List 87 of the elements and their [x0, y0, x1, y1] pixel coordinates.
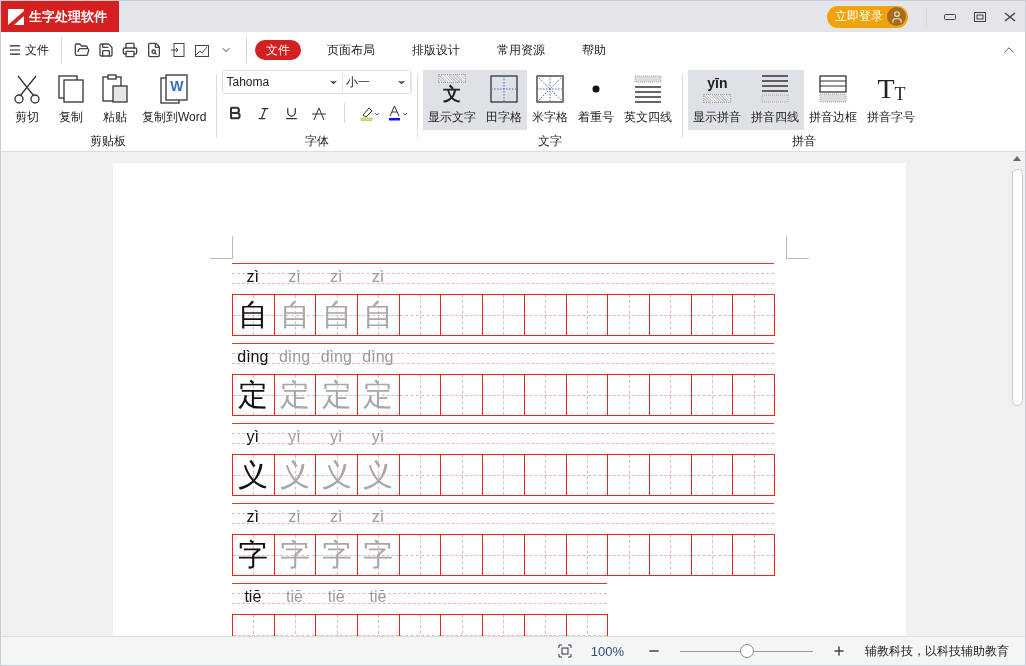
- practice-character: 定: [321, 378, 352, 412]
- group-label: 剪贴板: [90, 133, 127, 150]
- pinyin-text: dìng: [320, 348, 352, 367]
- menu-icon: [8, 43, 22, 57]
- bold-icon: [227, 105, 244, 121]
- plus-icon: [832, 644, 846, 658]
- practice-character: 定: [363, 378, 394, 412]
- pinyin-text: zì: [330, 268, 343, 287]
- four-lines-icon: [634, 75, 663, 103]
- scroll-up-icon[interactable]: [1013, 156, 1021, 161]
- copy-icon: [57, 74, 85, 104]
- italic-icon: [255, 105, 271, 121]
- ribbon-button[interactable]: 拼音四线: [746, 70, 805, 130]
- ribbon-button[interactable]: 田字格: [481, 70, 528, 130]
- ribbon-button[interactable]: W 复制到Word: [137, 70, 212, 130]
- ribbon-button[interactable]: 英文四线: [619, 70, 678, 130]
- four-lines-icon: [761, 75, 790, 103]
- pinyin-text: tiē: [286, 588, 303, 607]
- menu-tab[interactable]: 页面布局: [316, 40, 386, 60]
- pinyin-text: tiē: [244, 588, 262, 607]
- group-label: 文字: [538, 133, 563, 150]
- font-name-dropdown[interactable]: Tahoma: [223, 71, 344, 93]
- scissors-icon: [12, 74, 42, 104]
- pinyin-text: tiē: [369, 588, 387, 607]
- pinyin-text: tiē: [327, 588, 345, 607]
- practice-character: 自: [238, 298, 269, 332]
- practice-character: 义: [238, 458, 269, 492]
- slogan-text: 辅教科技，以科技辅助教育: [865, 642, 1009, 660]
- pinyin-text: zì: [371, 268, 385, 287]
- logo-icon: [8, 8, 24, 25]
- menu-tab[interactable]: 常用资源: [486, 40, 556, 60]
- highlighter-icon: [360, 105, 381, 121]
- close-icon: [1004, 11, 1016, 22]
- mi-grid-icon: [536, 75, 565, 103]
- clipboard-icon: [101, 74, 129, 104]
- pinyin-text: dìng: [237, 348, 269, 367]
- avatar-icon: [887, 7, 906, 26]
- bordered-lines-icon: [819, 75, 848, 103]
- font-color-icon: [388, 105, 409, 121]
- slider-thumb[interactable]: [739, 644, 754, 658]
- font-size-dropdown[interactable]: 小一: [343, 71, 412, 93]
- practice-character: 字: [280, 538, 311, 572]
- tian-grid-icon: [490, 75, 519, 103]
- pinyin-text: yì: [371, 428, 385, 447]
- practice-character: 义: [321, 458, 352, 492]
- underline-icon: [283, 105, 299, 121]
- menu-tab[interactable]: 排版设计: [401, 40, 471, 60]
- practice-character: 字: [238, 538, 269, 572]
- practice-character: 义: [280, 458, 311, 492]
- pinyin-text: zì: [330, 508, 343, 527]
- ribbon-button[interactable]: 着重号: [573, 70, 620, 130]
- ribbon-button[interactable]: 米字格: [527, 70, 574, 130]
- file-menu[interactable]: 文件: [8, 41, 53, 59]
- menu-tab[interactable]: 帮助: [571, 40, 617, 60]
- pinyin-text: yì: [330, 428, 343, 447]
- group-label: 字体: [305, 133, 330, 150]
- practice-character: 定: [238, 378, 269, 412]
- ribbon-button[interactable]: 文 显示文字: [423, 70, 482, 130]
- practice-character: 自: [321, 298, 352, 332]
- margin-corner-mark: [210, 236, 233, 259]
- zoom-percentage: 100%: [590, 643, 624, 659]
- font-size-icon: TT: [877, 75, 906, 103]
- practice-character: 字: [321, 538, 352, 572]
- pinyin-text: zì: [246, 268, 260, 287]
- ribbon-button[interactable]: TT 拼音字号: [862, 70, 921, 130]
- ribbon-button[interactable]: yīn 显示拼音: [688, 70, 747, 130]
- dot-icon: [592, 85, 601, 93]
- strikethrough-icon: [312, 105, 327, 121]
- menu-tab[interactable]: 文件: [255, 40, 301, 60]
- pinyin-text: zì: [371, 508, 385, 527]
- pinyin-text: yì: [246, 428, 260, 447]
- margin-corner-mark: [786, 236, 809, 259]
- app-title: 生字处理软件: [29, 7, 107, 26]
- group-label: 拼音: [792, 133, 817, 150]
- practice-character: 字: [363, 538, 394, 572]
- practice-character: 定: [280, 378, 311, 412]
- ribbon-button[interactable]: 复制: [49, 70, 93, 130]
- ribbon-button[interactable]: 粘贴: [93, 70, 137, 130]
- practice-character: 自: [280, 298, 311, 332]
- practice-character: 义: [363, 458, 394, 492]
- ribbon-button[interactable]: 拼音边框: [804, 70, 863, 130]
- ribbon-button[interactable]: 剪切: [5, 70, 49, 130]
- pinyin-text: dìng: [362, 348, 394, 367]
- practice-character: 自: [363, 298, 394, 332]
- maximize-icon: [974, 11, 986, 22]
- minimize-icon: [944, 13, 956, 20]
- pinyin-text: zì: [246, 508, 260, 527]
